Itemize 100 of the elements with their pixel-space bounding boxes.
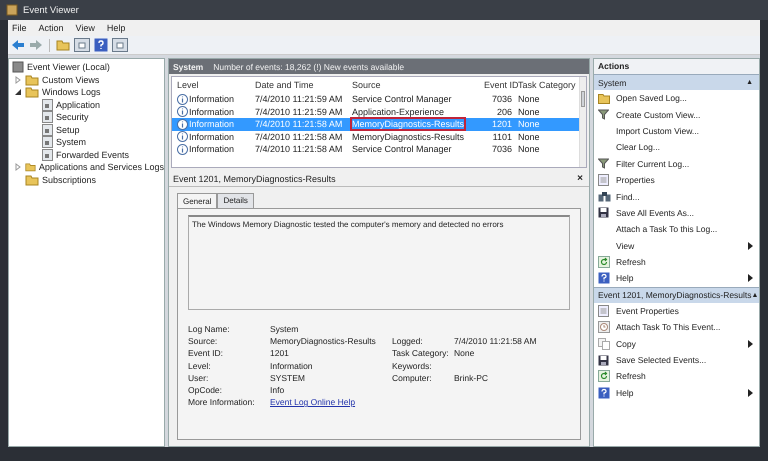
- event-row[interactable]: Information 7/4/2010 11:21:59 AM Service Control Manager 7036 None: [172, 93, 579, 106]
- pane-command[interactable]: Create Custom View...: [616, 110, 700, 120]
- tree-item[interactable]: Application: [56, 100, 100, 110]
- pane-command[interactable]: Event Properties: [616, 306, 679, 316]
- clock-icon: [598, 321, 610, 334]
- pane-command[interactable]: Open Saved Log...: [616, 93, 687, 104]
- pane-command[interactable]: Clear Log...: [616, 142, 660, 152]
- folder-icon: [25, 161, 36, 174]
- tree-item[interactable]: Setup: [56, 124, 80, 135]
- tree-item[interactable]: Subscriptions: [42, 174, 96, 185]
- binoculars-icon: [598, 191, 611, 202]
- field-label: Event ID:: [188, 348, 224, 358]
- field-value: None: [454, 348, 474, 358]
- tree-item[interactable]: Forwarded Events: [56, 150, 130, 160]
- tree-item[interactable]: Applications and Services Logs: [38, 162, 164, 172]
- pane-command[interactable]: Refresh: [616, 257, 646, 268]
- pane-command[interactable]: View: [616, 240, 634, 251]
- pane-command[interactable]: Help: [616, 388, 634, 398]
- help-link[interactable]: Event Log Online Help: [270, 397, 356, 408]
- tree-item[interactable]: Security: [56, 112, 89, 122]
- column-header[interactable]: Level: [174, 80, 252, 90]
- log-icon: [42, 111, 53, 124]
- field-label: User:: [188, 372, 210, 383]
- log-icon: [42, 148, 53, 161]
- table-cell: Service Control Manager: [352, 94, 452, 104]
- help-icon[interactable]: [94, 38, 108, 52]
- expand-triangle-icon[interactable]: [14, 76, 22, 84]
- scrollbar[interactable]: [578, 77, 586, 167]
- menu-item[interactable]: Help: [106, 23, 126, 33]
- field-value: 1201: [270, 348, 290, 358]
- pane-command[interactable]: Properties: [616, 175, 655, 186]
- pane-command[interactable]: Filter Current Log...: [616, 158, 690, 169]
- pane-command[interactable]: Help: [616, 273, 634, 284]
- folder-icon[interactable]: [56, 38, 70, 52]
- info-icon: [177, 94, 188, 105]
- menu-item[interactable]: Action: [38, 23, 64, 33]
- tab[interactable]: General: [177, 193, 218, 208]
- pane-command[interactable]: Attach Task To This Event...: [616, 322, 720, 332]
- table-cell-text: 1101: [492, 132, 513, 142]
- event-row[interactable]: Information 7/4/2010 11:21:58 AM Service Control Manager 7036 None: [172, 143, 579, 156]
- table-cell-text: 7/4/2010 11:21:58 AM: [254, 132, 344, 142]
- back-arrow-icon[interactable]: [11, 39, 25, 51]
- pane-command[interactable]: Find...: [616, 192, 640, 202]
- event-message: The Windows Memory Diagnostic tested the computer's memory and detected no errors: [192, 220, 504, 229]
- close-button[interactable]: ×: [577, 173, 583, 184]
- field-value: Info: [270, 384, 286, 395]
- event-row[interactable]: Information 7/4/2010 11:21:59 AM Application-Experience 206 None: [172, 106, 579, 118]
- table-cell: MemoryDiagnostics-Results: [352, 132, 464, 142]
- tree-item[interactable]: Windows Logs: [42, 87, 101, 98]
- table-cell-text: 7/4/2010 11:21:59 AM: [254, 94, 344, 104]
- column-header[interactable]: Source: [349, 80, 481, 90]
- field-label: Level:: [188, 360, 212, 371]
- forward-arrow-icon[interactable]: [29, 39, 43, 51]
- page-icon: [598, 304, 609, 317]
- field-label: Task Category:: [392, 348, 449, 358]
- copy-icon: [598, 338, 610, 350]
- pane-command[interactable]: Import Custom View...: [616, 126, 699, 136]
- table-cell-text: 7/4/2010 11:21:58 AM: [254, 144, 344, 154]
- table-cell: Information: [189, 106, 234, 117]
- event-row[interactable]: Information 7/4/2010 11:21:58 AM MemoryDiagnostics-Results 1101 None: [172, 130, 579, 143]
- help-icon: [598, 272, 610, 284]
- pane-command[interactable]: Save All Events As...: [616, 208, 694, 218]
- collapse-triangle-icon[interactable]: [14, 88, 22, 96]
- log-icon: [42, 98, 53, 111]
- table-cell-text: 7036: [490, 94, 513, 104]
- table-cell: MemoryDiagnostics-Results: [352, 119, 464, 130]
- refresh-icon: [598, 370, 610, 382]
- table-cell-text: 7/4/2010 11:21:58 AM: [254, 119, 344, 130]
- field-value: Information: [270, 360, 314, 371]
- info-icon: [177, 131, 188, 142]
- field-label: More Information:: [188, 397, 256, 408]
- table-cell-text: None: [517, 106, 541, 117]
- menu-item[interactable]: File: [12, 23, 27, 33]
- computer-icon: [12, 61, 24, 74]
- tree-item[interactable]: Custom Views: [42, 74, 100, 85]
- pane-command[interactable]: Save Selected Events...: [616, 355, 706, 366]
- pane-command[interactable]: Refresh: [616, 371, 646, 382]
- table-cell: Information: [189, 132, 234, 142]
- pane-command[interactable]: Attach a Task To this Log...: [616, 224, 718, 234]
- table-cell-text: None: [517, 144, 541, 154]
- menu-item[interactable]: View: [76, 23, 95, 33]
- column-header[interactable]: Date and Time: [252, 80, 349, 90]
- folder-icon: [25, 86, 39, 98]
- table-cell-text: None: [517, 132, 541, 142]
- help-icon: [598, 386, 610, 399]
- panel-icon[interactable]: [112, 38, 128, 52]
- log-name: System: [173, 62, 204, 72]
- field-label: Source:: [188, 336, 218, 346]
- pane-command[interactable]: Copy: [616, 338, 636, 349]
- panel-icon[interactable]: [74, 38, 90, 52]
- expand-triangle-icon[interactable]: [14, 163, 22, 172]
- field-label: Keywords:: [392, 360, 432, 371]
- tree-item[interactable]: System: [56, 137, 86, 148]
- field-value: System: [270, 324, 300, 334]
- tree-item[interactable]: Event Viewer (Local): [27, 62, 110, 72]
- tab[interactable]: Details: [217, 193, 254, 208]
- folder-icon: [25, 174, 39, 186]
- field-value: 7/4/2010 11:21:58 AM: [454, 336, 537, 346]
- table-cell-text: None: [517, 94, 541, 104]
- field-value: MemoryDiagnostics-Results: [270, 336, 377, 346]
